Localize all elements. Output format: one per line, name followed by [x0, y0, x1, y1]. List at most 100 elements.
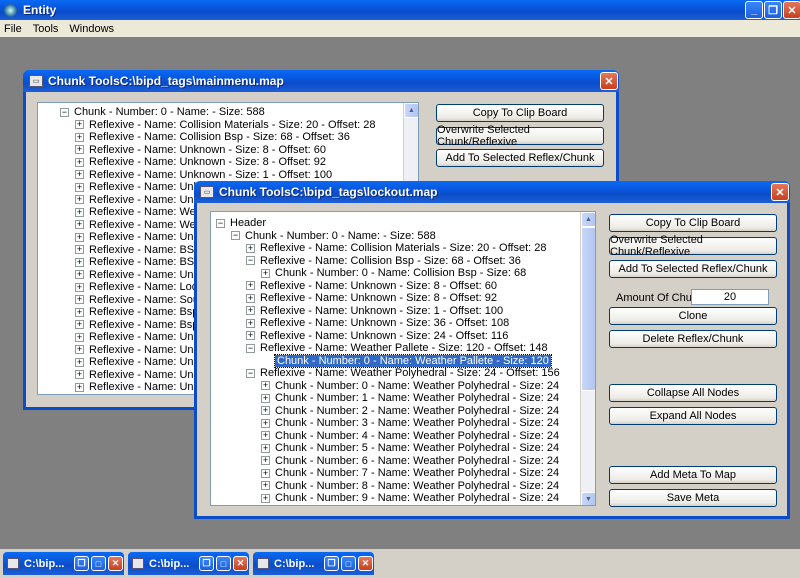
tree-node[interactable]: + Reflexive - Name: Unknown - Size: 36 - …	[246, 317, 509, 329]
minimized-window-3[interactable]: C:\bip... ❐ □ ✕	[253, 552, 374, 575]
app-maximize-button[interactable]: ❐	[764, 1, 782, 19]
scroll-thumb[interactable]	[581, 227, 595, 391]
copy-to-clipboard-button[interactable]: Copy To Clip Board	[436, 104, 604, 122]
clone-button[interactable]: Clone	[609, 307, 777, 325]
tree-node[interactable]: + Chunk - Number: 4 - Name: Weather Polyh…	[261, 430, 559, 442]
add-meta-to-map-button[interactable]: Add Meta To Map	[609, 466, 777, 484]
expand-icon[interactable]: +	[261, 431, 270, 440]
collapse-icon[interactable]: −	[246, 343, 255, 353]
expand-icon[interactable]: +	[75, 232, 84, 242]
close-icon[interactable]: ✕	[108, 556, 123, 571]
expand-icon[interactable]: +	[246, 281, 255, 290]
expand-icon[interactable]: +	[261, 406, 270, 415]
expand-icon[interactable]: +	[246, 331, 255, 340]
tree-node[interactable]: + Reflexive - Name: Unknown - Size: 1 - O…	[246, 305, 503, 317]
tree-node[interactable]: − Chunk - Number: 0 - Name: - Size: 588	[231, 230, 436, 242]
tree-node[interactable]: + Reflexive - Name: Collision Materials -…	[246, 242, 547, 254]
expand-icon[interactable]: +	[261, 456, 270, 465]
tree-node[interactable]: − Reflexive - Name: Weather Polyhedral - …	[246, 367, 560, 379]
expand-icon[interactable]: +	[75, 132, 84, 142]
tree-node[interactable]: + Reflexive - Name: Unknown - Size: 8 - O…	[75, 144, 326, 156]
minimized-window-2[interactable]: C:\bip... ❐ □ ✕	[128, 552, 249, 575]
scroll-up-icon[interactable]: ▲	[404, 103, 418, 118]
expand-icon[interactable]: +	[246, 243, 255, 253]
tree-node[interactable]: + Chunk - Number: 1 - Name: Weather Polyh…	[261, 392, 559, 404]
menu-tools[interactable]: Tools	[33, 23, 59, 35]
tree-node[interactable]: + Reflexive - Name: Unknown - Size: 8 - O…	[246, 292, 497, 304]
minimized-window-1[interactable]: C:\bip... ❐ □ ✕	[3, 552, 124, 575]
amount-of-chunks-input[interactable]: 20	[691, 289, 769, 305]
tree-node[interactable]: + Reflexive - Name: Unknown - Size: 8 - O…	[246, 280, 497, 292]
expand-icon[interactable]: +	[75, 307, 84, 317]
copy-to-clipboard-button[interactable]: Copy To Clip Board	[609, 214, 777, 232]
collapse-icon[interactable]: −	[216, 218, 225, 228]
tree-scrollbar[interactable]: ▲ ▼	[580, 212, 595, 505]
expand-icon[interactable]: +	[75, 170, 84, 179]
menu-windows[interactable]: Windows	[69, 23, 114, 35]
expand-icon[interactable]: +	[75, 370, 84, 379]
expand-icon[interactable]: +	[75, 382, 84, 392]
window-close-button[interactable]: ✕	[771, 183, 789, 201]
expand-icon[interactable]: +	[246, 318, 255, 328]
collapse-icon[interactable]: −	[246, 256, 255, 265]
window-close-button[interactable]: ✕	[600, 72, 618, 90]
expand-icon[interactable]: +	[75, 207, 84, 217]
window-title-bar[interactable]: ▭ Chunk ToolsC:\bipd_tags\lockout.map	[194, 181, 790, 203]
overwrite-chunk-button[interactable]: Overwrite Selected Chunk/Reflexive	[436, 124, 604, 148]
tree-node[interactable]: + Reflexive - Name: Unknown - Size: 1 - O…	[75, 169, 332, 181]
expand-icon[interactable]: +	[75, 357, 84, 367]
scroll-down-icon[interactable]: ▼	[581, 492, 595, 505]
expand-icon[interactable]: +	[75, 270, 84, 279]
tree-node[interactable]: − Chunk - Number: 0 - Name: - Size: 588	[60, 106, 265, 118]
expand-icon[interactable]: +	[75, 320, 84, 329]
expand-icon[interactable]: +	[261, 381, 270, 390]
save-meta-button[interactable]: Save Meta	[609, 489, 777, 507]
collapse-all-nodes-button[interactable]: Collapse All Nodes	[609, 384, 777, 402]
collapse-icon[interactable]: −	[60, 107, 69, 117]
expand-icon[interactable]: +	[261, 268, 270, 278]
expand-icon[interactable]: +	[75, 332, 84, 342]
expand-icon[interactable]: +	[261, 418, 270, 428]
tree-node[interactable]: + Reflexive - Name: Collision Materials -…	[75, 119, 376, 131]
tree-node[interactable]: + Chunk - Number: 9 - Name: Weather Polyh…	[261, 492, 559, 504]
tree-node[interactable]: + Chunk - Number: 2 - Name: Weather Polyh…	[261, 405, 559, 417]
tree-node[interactable]: + Chunk - Number: 3 - Name: Weather Polyh…	[261, 417, 559, 429]
expand-icon[interactable]: +	[75, 182, 84, 192]
tree-node[interactable]: + Chunk - Number: 0 - Name: Collision Bsp…	[261, 267, 526, 279]
tree-node[interactable]: + Reflexive - Name: Unknown - Size: 24 - …	[246, 330, 508, 342]
collapse-icon[interactable]: −	[246, 368, 255, 378]
expand-icon[interactable]: +	[75, 220, 84, 229]
expand-icon[interactable]: +	[75, 257, 84, 267]
expand-icon[interactable]: +	[246, 293, 255, 303]
scroll-up-icon[interactable]: ▲	[581, 212, 595, 227]
maximize-icon[interactable]: □	[216, 556, 231, 571]
restore-icon[interactable]: ❐	[324, 556, 339, 571]
add-to-reflex-button[interactable]: Add To Selected Reflex/Chunk	[436, 149, 604, 167]
expand-icon[interactable]: +	[261, 468, 270, 478]
add-to-reflex-button[interactable]: Add To Selected Reflex/Chunk	[609, 260, 777, 278]
tree-node[interactable]: − Reflexive - Name: Weather Pallete - Siz…	[246, 342, 548, 354]
expand-icon[interactable]: +	[75, 295, 84, 304]
tree-node[interactable]: + Chunk - Number: 7 - Name: Weather Polyh…	[261, 467, 559, 479]
expand-icon[interactable]: +	[261, 493, 270, 503]
close-icon[interactable]: ✕	[233, 556, 248, 571]
tree-node[interactable]: − Header	[216, 217, 266, 229]
collapse-icon[interactable]: −	[231, 231, 240, 240]
tree-node[interactable]: + Chunk - Number: 0 - Name: Weather Polyh…	[261, 380, 559, 392]
chunk-tree[interactable]: ▲ ▼ − Header − Chunk - Number: 0 - Name: - …	[210, 211, 596, 506]
expand-icon[interactable]: +	[75, 157, 84, 167]
maximize-icon[interactable]: □	[341, 556, 356, 571]
expand-icon[interactable]: +	[261, 443, 270, 453]
tree-node[interactable]: + Chunk - Number: 6 - Name: Weather Polyh…	[261, 455, 559, 467]
expand-icon[interactable]: +	[75, 282, 84, 292]
maximize-icon[interactable]: □	[91, 556, 106, 571]
expand-all-nodes-button[interactable]: Expand All Nodes	[609, 407, 777, 425]
menu-file[interactable]: File	[4, 23, 22, 35]
overwrite-chunk-button[interactable]: Overwrite Selected Chunk/Reflexive	[609, 234, 777, 258]
expand-icon[interactable]: +	[246, 306, 255, 315]
tree-node[interactable]: + Chunk - Number: 8 - Name: Weather Polyh…	[261, 480, 559, 492]
expand-icon[interactable]: +	[261, 481, 270, 490]
expand-icon[interactable]: +	[75, 345, 84, 354]
restore-icon[interactable]: ❐	[199, 556, 214, 571]
tree-node[interactable]: + Reflexive - Name: Unknown - Size: 8 - O…	[75, 156, 326, 168]
